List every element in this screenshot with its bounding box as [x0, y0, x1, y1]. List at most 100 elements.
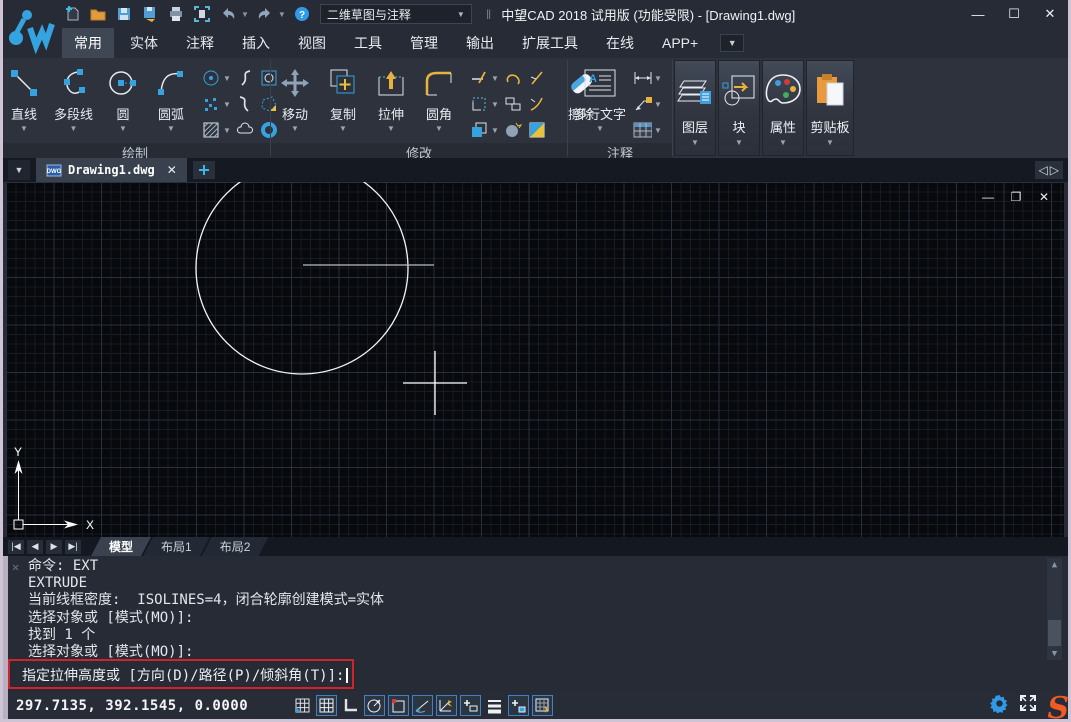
polar-icon[interactable] — [364, 695, 385, 716]
cycle-select-icon[interactable] — [508, 695, 529, 716]
scroll-up-icon[interactable]: ▲ — [1047, 558, 1062, 571]
line-button[interactable]: 直线 ▼ — [0, 61, 48, 133]
chevron-down-icon[interactable]: ▼ — [223, 100, 231, 109]
new-file-icon[interactable] — [62, 4, 82, 24]
copy-button[interactable]: 复制 ▼ — [319, 61, 367, 133]
command-line-window[interactable]: ✕ 命令: EXT EXTRUDE 当前线框密度: ISOLINES=4，闭合轮… — [8, 556, 1064, 692]
fullscreen-icon[interactable] — [1019, 694, 1037, 717]
ellipse-icon[interactable] — [201, 68, 221, 88]
break-icon[interactable] — [527, 68, 547, 88]
save-icon[interactable] — [114, 4, 134, 24]
trim-icon[interactable] — [469, 68, 489, 88]
ribbon-tab-manage[interactable]: 管理 — [398, 28, 450, 58]
layers-panel-button[interactable]: 图层 ▼ — [674, 60, 716, 156]
chevron-down-icon[interactable]: ▼ — [491, 74, 499, 83]
snap-icon[interactable] — [292, 695, 313, 716]
ortho-icon[interactable] — [340, 695, 361, 716]
lineweight-icon[interactable] — [484, 695, 505, 716]
scroll-down-icon[interactable]: ▼ — [1047, 647, 1062, 660]
save-as-icon[interactable] — [140, 4, 160, 24]
undo-dropdown-caret[interactable]: ▼ — [241, 10, 249, 19]
block-panel-button[interactable]: 块 ▼ — [718, 60, 760, 156]
chevron-down-icon[interactable]: ▼ — [654, 100, 662, 109]
new-tab-button[interactable] — [193, 161, 215, 179]
redo-dropdown-caret[interactable]: ▼ — [278, 10, 286, 19]
layout-tab-model[interactable]: 模型 — [91, 537, 151, 556]
zwcad-logo[interactable] — [6, 6, 56, 56]
undo-icon[interactable] — [218, 4, 238, 24]
viewport-icon[interactable] — [532, 695, 553, 716]
scrollbar-thumb[interactable] — [1048, 620, 1061, 646]
ribbon-tab-home[interactable]: 常用 — [62, 28, 114, 58]
preview-icon[interactable] — [192, 4, 212, 24]
chevron-down-icon[interactable]: ▼ — [491, 126, 499, 135]
doc-close-icon[interactable]: ✕ — [1036, 190, 1052, 204]
next-layout-icon[interactable]: ▶ — [46, 540, 62, 554]
last-layout-icon[interactable]: ▶| — [65, 540, 81, 554]
osnap-icon[interactable] — [388, 695, 409, 716]
help-icon[interactable]: ? — [292, 4, 312, 24]
ribbon-tab-solid[interactable]: 实体 — [118, 28, 170, 58]
command-close-icon[interactable]: ✕ — [12, 560, 19, 574]
print-icon[interactable] — [166, 4, 186, 24]
circle-button[interactable]: 圆 ▼ — [99, 61, 147, 133]
spline-icon[interactable] — [235, 68, 255, 88]
ribbon-collapse-icon[interactable]: ▼ — [720, 34, 744, 52]
ribbon-tab-view[interactable]: 视图 — [286, 28, 338, 58]
open-folder-icon[interactable] — [88, 4, 108, 24]
chevron-down-icon[interactable]: ▼ — [491, 100, 499, 109]
ribbon-tab-express[interactable]: 扩展工具 — [510, 28, 590, 58]
otrack-icon[interactable] — [412, 695, 433, 716]
scale-icon[interactable] — [469, 94, 489, 114]
dimension-icon[interactable] — [632, 68, 652, 88]
ribbon-tab-insert[interactable]: 插入 — [230, 28, 282, 58]
offset-icon[interactable] — [503, 68, 523, 88]
chevron-down-icon[interactable]: ▼ — [654, 126, 662, 135]
ribbon-tab-app[interactable]: APP+ — [650, 30, 710, 56]
drawing-canvas[interactable]: — ❐ ✕ Y X — [6, 182, 1064, 537]
spline-edit-icon[interactable] — [235, 94, 255, 114]
close-tab-icon[interactable]: ✕ — [161, 163, 177, 177]
workspace-selector[interactable]: 二维草图与注释 ▼ — [320, 4, 472, 24]
tab-scroll-right-icon[interactable]: ▷ — [1050, 163, 1059, 177]
polyline-button[interactable]: 多段线 ▼ — [48, 61, 99, 133]
ribbon-tab-tools[interactable]: 工具 — [342, 28, 394, 58]
ribbon-tab-annotate[interactable]: 注释 — [174, 28, 226, 58]
array-icon[interactable] — [469, 120, 489, 140]
chevron-down-icon[interactable]: ▼ — [654, 74, 662, 83]
command-scrollbar[interactable]: ▲ ▼ — [1047, 558, 1062, 660]
prev-layout-icon[interactable]: ◀ — [27, 540, 43, 554]
stretch-button[interactable]: 拉伸 ▼ — [367, 61, 415, 133]
revcloud-icon[interactable] — [235, 120, 255, 140]
doc-minimize-icon[interactable]: — — [980, 190, 996, 204]
chevron-down-icon[interactable]: ▼ — [223, 126, 231, 135]
join-icon[interactable] — [503, 94, 523, 114]
maximize-button[interactable]: ☐ — [1003, 5, 1025, 23]
dyn-ucs-icon[interactable] — [460, 695, 481, 716]
ribbon-tab-output[interactable]: 输出 — [454, 28, 506, 58]
tab-scroll-left-icon[interactable]: ◁ — [1039, 163, 1048, 177]
document-list-dropdown[interactable]: ▼ — [8, 160, 30, 180]
properties-panel-button[interactable]: 属性 ▼ — [762, 60, 804, 156]
close-button[interactable]: ✕ — [1039, 5, 1061, 23]
point-icon[interactable] — [201, 94, 221, 114]
layout-tab-layout1[interactable]: 布局1 — [143, 537, 210, 556]
doc-restore-icon[interactable]: ❐ — [1008, 190, 1024, 204]
settings-gear-icon[interactable] — [990, 694, 1009, 718]
document-tab-drawing1[interactable]: DWG Drawing1.dwg ✕ — [36, 158, 187, 182]
arc-button[interactable]: 圆弧 ▼ — [147, 61, 195, 133]
fillet-button[interactable]: 圆角 ▼ — [415, 61, 463, 133]
grid-icon[interactable] — [316, 695, 337, 716]
minimize-button[interactable]: — — [967, 5, 989, 23]
leader-icon[interactable] — [632, 94, 652, 114]
taper-icon[interactable] — [527, 94, 547, 114]
first-layout-icon[interactable]: |◀ — [8, 540, 24, 554]
move-button[interactable]: 移动 ▼ — [271, 61, 319, 133]
chevron-down-icon[interactable]: ▼ — [223, 74, 231, 83]
hatch-icon[interactable] — [201, 120, 221, 140]
dyn-input-icon[interactable] — [436, 695, 457, 716]
clipboard-panel-button[interactable]: 剪贴板 ▼ — [806, 60, 854, 156]
redo-icon[interactable] — [255, 4, 275, 24]
gradient-icon[interactable] — [527, 120, 547, 140]
ribbon-tab-online[interactable]: 在线 — [594, 28, 646, 58]
